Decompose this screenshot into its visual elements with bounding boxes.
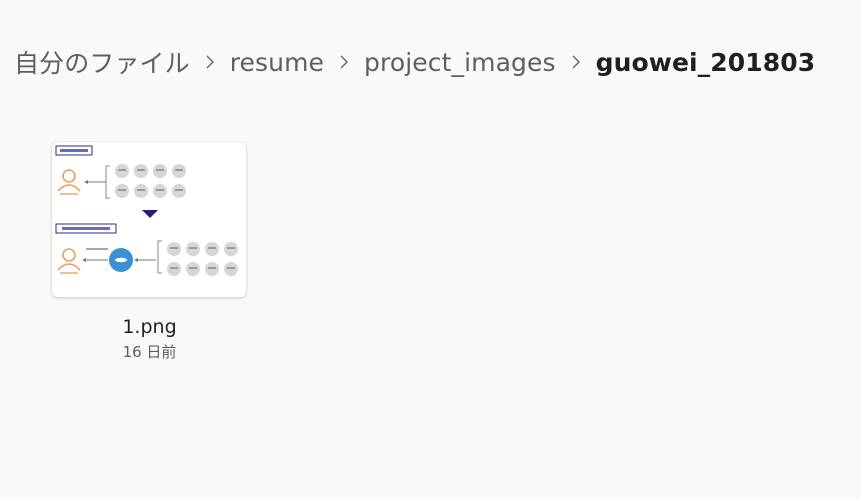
breadcrumb-item-my-files[interactable]: 自分のファイル — [14, 44, 190, 80]
breadcrumb-item-resume[interactable]: resume — [230, 48, 324, 77]
breadcrumb-item-project-images[interactable]: project_images — [364, 48, 556, 77]
person-icon — [57, 169, 81, 192]
chevron-right-icon — [190, 42, 230, 82]
file-modified-date: 16 日前 — [122, 343, 177, 361]
chevron-right-icon — [324, 42, 364, 82]
file-tile[interactable]: 1.png 16 日前 — [52, 142, 247, 362]
file-thumbnail[interactable] — [52, 142, 246, 297]
file-name[interactable]: 1.png — [52, 316, 247, 338]
breadcrumb-item-current-folder: guowei_201803 — [595, 47, 816, 77]
breadcrumb: 自分のファイル resume project_images guowei_201… — [14, 42, 815, 82]
chevron-right-icon — [556, 42, 596, 82]
thumbnail-diagram-image — [55, 145, 238, 276]
